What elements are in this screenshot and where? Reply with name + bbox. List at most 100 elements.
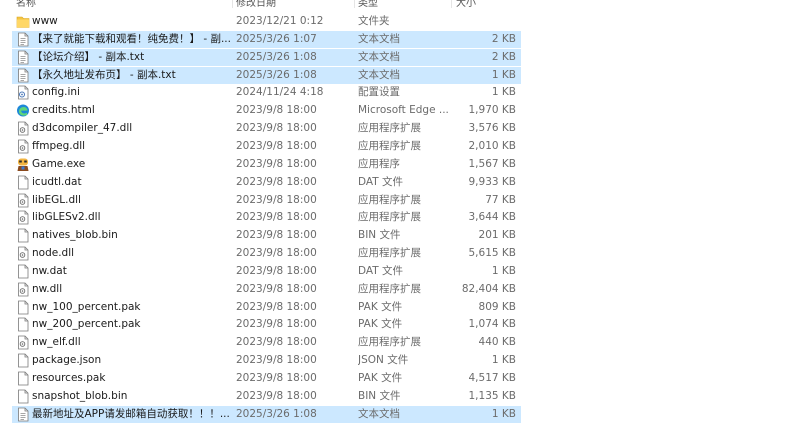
file-row[interactable]: credits.html 2023/9/8 18:00 Microsoft Edge… xyxy=(12,102,521,119)
dll-file-icon xyxy=(16,282,30,297)
file-row[interactable]: natives_blob.bin 2023/9/8 18:00 BIN 文件 201 … xyxy=(12,227,521,244)
file-name: Game.exe xyxy=(32,157,86,170)
edge-icon xyxy=(16,103,30,118)
file-name: www xyxy=(32,15,58,27)
file-size: 2 KB xyxy=(491,50,516,63)
file-name: 【论坛介绍】 - 副本.txt xyxy=(32,50,145,63)
file-date: 2023/9/8 18:00 xyxy=(236,247,317,260)
file-row[interactable]: snapshot_blob.bin 2023/9/8 18:00 BIN 文件 1,1… xyxy=(12,388,521,405)
file-row[interactable]: icudtl.dat 2023/9/8 18:00 DAT 文件 9,933 KB xyxy=(12,174,521,191)
file-date: 2023/9/8 18:00 xyxy=(236,300,317,313)
file-row[interactable]: 【来了就能下载和观看！纯免费！】 - 副... 2025/3/26 1:07 文本文… xyxy=(12,30,521,48)
file-size: 3,644 KB xyxy=(468,211,517,224)
file-name: libGLESv2.dll xyxy=(32,211,101,224)
file-date: 2023/9/8 18:00 xyxy=(236,282,317,295)
column-header-name[interactable]: 名称 xyxy=(16,0,36,8)
file-size: 4,517 KB xyxy=(468,372,517,384)
column-header-type[interactable]: 类型 xyxy=(358,0,378,8)
file-date: 2023/9/8 18:00 xyxy=(236,193,317,206)
file-name: nw_100_percent.pak xyxy=(32,300,141,313)
config-file-icon xyxy=(16,85,30,100)
file-date: 2023/9/8 18:00 xyxy=(236,157,317,170)
blank-file-icon xyxy=(16,371,30,386)
file-name: node.dll xyxy=(32,247,75,260)
file-row[interactable]: nw_elf.dll 2023/9/8 18:00 应用程序扩展 440 KB xyxy=(12,334,521,351)
file-row[interactable]: 【论坛介绍】 - 副本.txt 2025/3/26 1:08 文本文档 2 KB xyxy=(12,48,521,66)
file-row[interactable]: config.ini 2024/11/24 4:18 配置设置 1 KB xyxy=(12,84,521,101)
file-row[interactable]: 最新地址及APP请发邮箱自动获取！！！... 2025/3/26 1:08 文本文档… xyxy=(12,405,521,423)
file-row[interactable]: node.dll 2023/9/8 18:00 应用程序扩展 5,615 KB xyxy=(12,245,521,262)
file-type: 文本文档 xyxy=(358,50,400,63)
file-name: nw.dat xyxy=(32,264,67,277)
file-type: 文本文档 xyxy=(358,32,400,45)
file-row[interactable]: nw_200_percent.pak 2023/9/8 18:00 PAK 文件 1,… xyxy=(12,316,521,333)
file-size: 809 KB xyxy=(478,300,516,313)
file-row[interactable]: package.json 2023/9/8 18:00 JSON 文件 1 KB xyxy=(12,352,521,369)
file-date: 2023/9/8 18:00 xyxy=(236,229,317,242)
file-type: PAK 文件 xyxy=(358,300,403,313)
file-size: 1 KB xyxy=(491,354,516,367)
file-type: 文本文档 xyxy=(358,407,400,420)
column-header-date[interactable]: 修改日期 xyxy=(236,0,276,8)
file-name: d3dcompiler_47.dll xyxy=(32,122,133,135)
file-size: 1 KB xyxy=(491,86,516,99)
file-date: 2023/9/8 18:00 xyxy=(236,354,317,367)
file-row[interactable]: d3dcompiler_47.dll 2023/9/8 18:00 应用程序扩展 3,… xyxy=(12,120,521,137)
file-type: BIN 文件 xyxy=(358,389,401,402)
dll-file-icon xyxy=(16,193,30,208)
file-date: 2023/12/21 0:12 xyxy=(236,15,324,27)
file-type: JSON 文件 xyxy=(358,354,409,367)
file-date: 2025/3/26 1:08 xyxy=(236,68,317,81)
file-size: 1 KB xyxy=(491,68,516,81)
file-type: 应用程序扩展 xyxy=(358,122,421,135)
file-name: icudtl.dat xyxy=(32,175,82,188)
file-row[interactable]: libEGL.dll 2023/9/8 18:00 应用程序扩展 77 KB xyxy=(12,192,521,209)
file-type: 应用程序扩展 xyxy=(358,139,421,152)
column-header-size[interactable]: 大小 xyxy=(456,0,476,8)
file-row[interactable]: nw.dat 2023/9/8 18:00 DAT 文件 1 KB xyxy=(12,263,521,280)
file-name: snapshot_blob.bin xyxy=(32,389,128,402)
file-type: 应用程序扩展 xyxy=(358,211,421,224)
file-type: 应用程序扩展 xyxy=(358,247,421,260)
file-size: 1,567 KB xyxy=(468,157,517,170)
file-date: 2023/9/8 18:00 xyxy=(236,389,317,402)
file-size: 2,010 KB xyxy=(468,139,517,152)
file-date: 2023/9/8 18:00 xyxy=(236,318,317,331)
file-row[interactable]: libGLESv2.dll 2023/9/8 18:00 应用程序扩展 3,644 K… xyxy=(12,209,521,226)
file-row[interactable]: Game.exe 2023/9/8 18:00 应用程序 1,567 KB xyxy=(12,156,521,173)
file-row[interactable]: nw.dll 2023/9/8 18:00 应用程序扩展 82,404 KB xyxy=(12,281,521,298)
column-divider[interactable] xyxy=(232,0,233,8)
file-row[interactable]: www 2023/12/21 0:12 文件夹 xyxy=(12,13,521,30)
file-date: 2023/9/8 18:00 xyxy=(236,264,317,277)
file-size: 77 KB xyxy=(485,193,516,206)
file-type: PAK 文件 xyxy=(358,372,403,384)
file-type: 文件夹 xyxy=(358,15,390,27)
dll-file-icon xyxy=(16,121,30,136)
text-file-icon xyxy=(16,407,30,422)
blank-file-icon xyxy=(16,228,30,243)
column-divider[interactable] xyxy=(451,0,452,8)
blank-file-icon xyxy=(16,317,30,332)
file-row[interactable]: resources.pak 2023/9/8 18:00 PAK 文件 4,517 K… xyxy=(12,370,521,387)
column-divider[interactable] xyxy=(354,0,355,8)
file-size: 1,970 KB xyxy=(468,104,517,117)
file-name: libEGL.dll xyxy=(32,193,81,206)
file-size: 9,933 KB xyxy=(468,175,517,188)
file-size: 440 KB xyxy=(478,336,516,349)
file-type: 应用程序扩展 xyxy=(358,336,421,349)
file-date: 2025/3/26 1:08 xyxy=(236,50,317,63)
file-type: DAT 文件 xyxy=(358,175,404,188)
file-date: 2023/9/8 18:00 xyxy=(236,122,317,135)
dll-file-icon xyxy=(16,335,30,350)
text-file-icon xyxy=(16,50,30,65)
file-name: config.ini xyxy=(32,86,80,99)
file-name: credits.html xyxy=(32,104,95,117)
file-type: 应用程序 xyxy=(358,157,400,170)
file-row[interactable]: nw_100_percent.pak 2023/9/8 18:00 PAK 文件 80… xyxy=(12,299,521,316)
file-row[interactable]: 【永久地址发布页】 - 副本.txt 2025/3/26 1:08 文本文档 1 KB xyxy=(12,66,521,84)
file-row[interactable]: ffmpeg.dll 2023/9/8 18:00 应用程序扩展 2,010 KB xyxy=(12,138,521,155)
file-size: 5,615 KB xyxy=(468,247,517,260)
file-name: resources.pak xyxy=(32,372,106,384)
blank-file-icon xyxy=(16,300,30,315)
file-size: 3,576 KB xyxy=(468,122,517,135)
